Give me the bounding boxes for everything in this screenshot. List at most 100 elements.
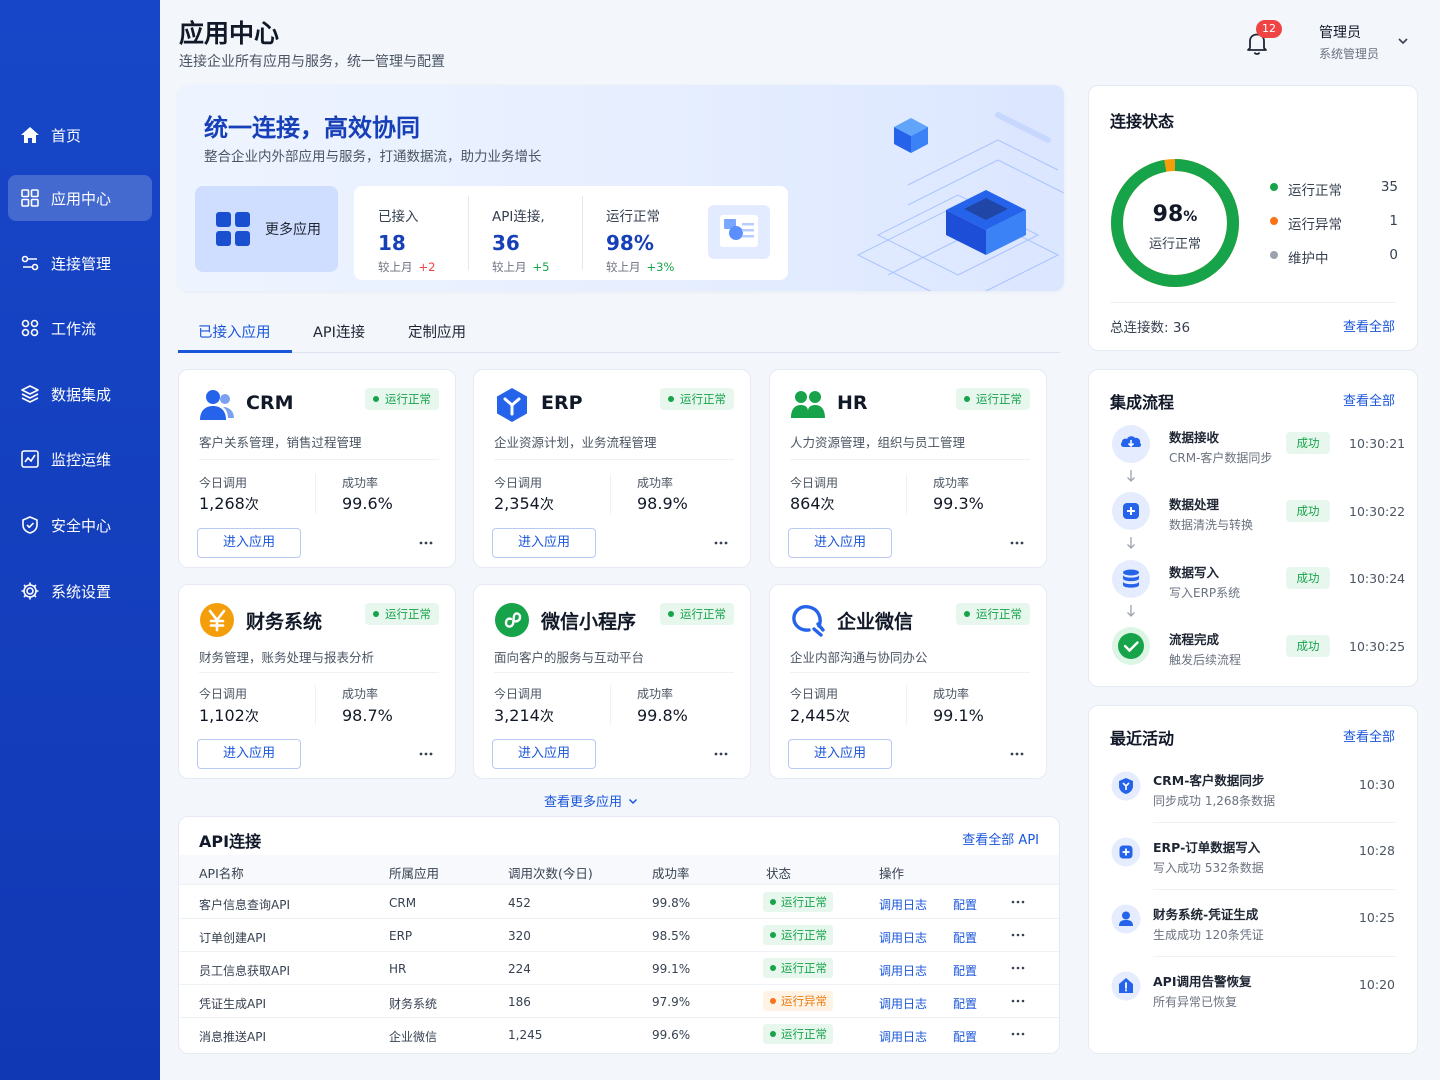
recent-activity-panel: 最近活动 查看全部 CRM-客户数据同步 同步成功 1,268条数据 10:30…: [1088, 705, 1418, 1054]
rate-value: 99.8%: [637, 706, 688, 725]
status-badge: 运行正常: [956, 603, 1030, 625]
rate-label: 成功率: [637, 476, 674, 490]
view-all-flow-link[interactable]: 查看全部: [1343, 390, 1395, 409]
config-link[interactable]: 配置: [953, 1028, 977, 1045]
more-options-icon[interactable]: [714, 536, 728, 550]
activity-subtitle: 写入成功 532条数据: [1153, 861, 1264, 875]
step-title: 数据接收: [1169, 430, 1220, 445]
more-options-icon[interactable]: [1011, 963, 1025, 973]
stat-compare: 较上月 +2: [378, 259, 435, 275]
user-menu-toggle[interactable]: [1396, 34, 1410, 48]
view-all-api-link[interactable]: 查看全部 API: [962, 829, 1039, 848]
calls-value: 2,354次: [494, 494, 554, 514]
app-name: 企业微信: [837, 611, 914, 633]
connection-percent: 98%: [1109, 202, 1241, 227]
enter-app-button[interactable]: 进入应用: [492, 739, 596, 769]
more-options-icon[interactable]: [1011, 996, 1025, 1006]
monitor-chart-icon: [20, 449, 40, 469]
banner-title: 统一连接，高效协同: [204, 114, 420, 142]
more-options-icon[interactable]: [1011, 897, 1025, 907]
config-link[interactable]: 配置: [953, 962, 977, 979]
view-all-connections-link[interactable]: 查看全部: [1343, 316, 1395, 335]
rate-label: 成功率: [933, 687, 970, 701]
user-name[interactable]: 管理员: [1319, 22, 1361, 42]
more-options-icon[interactable]: [1011, 1029, 1025, 1039]
api-connections-panel: API连接 查看全部 API API名称 所属应用 调用次数(今日) 成功率 状…: [178, 816, 1060, 1054]
tab-custom-apps[interactable]: 定制应用: [408, 321, 466, 342]
calls-number: 1,268: [199, 494, 245, 513]
banner-subtitle: 整合企业内外部应用与服务，打通数据流，助力业务增长: [204, 149, 542, 165]
call-log-link[interactable]: 调用日志: [879, 929, 927, 946]
database-icon: [1111, 559, 1151, 599]
divider: [199, 672, 439, 673]
rate-value: 99.6%: [342, 494, 393, 513]
sidebar-item-data-integration[interactable]: 数据集成: [8, 371, 152, 417]
api-calls: 224: [508, 962, 531, 976]
activity-title: CRM-客户数据同步: [1153, 773, 1265, 788]
stat-compare-label: 较上月: [378, 260, 413, 274]
api-rate: 98.5%: [652, 929, 691, 943]
sidebar-item-home[interactable]: 首页: [8, 112, 152, 158]
api-calls: 320: [508, 929, 531, 943]
calls-number: 2,354: [494, 494, 540, 513]
table-header: API名称 所属应用 调用次数(今日) 成功率 状态 操作: [179, 855, 1059, 885]
more-options-icon[interactable]: [1011, 930, 1025, 940]
config-link[interactable]: 配置: [953, 995, 977, 1012]
enter-app-button[interactable]: 进入应用: [197, 739, 301, 769]
notification-count-badge: 12: [1256, 20, 1282, 38]
more-options-icon[interactable]: [419, 536, 433, 550]
more-options-icon[interactable]: [1010, 747, 1024, 761]
arrow-down-icon: [1125, 469, 1137, 483]
view-all-activity-link[interactable]: 查看全部: [1343, 726, 1395, 745]
config-link[interactable]: 配置: [953, 896, 977, 913]
sidebar-item-connections[interactable]: 连接管理: [8, 240, 152, 286]
status-badge: 运行异常: [763, 991, 833, 1011]
call-log-link[interactable]: 调用日志: [879, 896, 927, 913]
sidebar-item-settings[interactable]: 系统设置: [8, 568, 152, 614]
rate-value: 99.1%: [933, 706, 984, 725]
more-apps-button[interactable]: 更多应用: [195, 186, 338, 272]
enter-app-button[interactable]: 进入应用: [788, 739, 892, 769]
yen-icon: [199, 602, 235, 638]
sidebar-item-workflow[interactable]: 工作流: [8, 305, 152, 351]
panel-title: 集成流程: [1110, 393, 1175, 412]
call-log-link[interactable]: 调用日志: [879, 1028, 927, 1045]
activity-time: 10:25: [1358, 910, 1395, 925]
person-icon: [1111, 904, 1141, 934]
divider: [790, 459, 1030, 460]
step-subtitle: 写入ERP系统: [1169, 586, 1241, 600]
tab-connected-apps[interactable]: 已接入应用: [198, 321, 271, 342]
sidebar-item-monitoring[interactable]: 监控运维: [8, 436, 152, 482]
api-name: 凭证生成API: [199, 997, 266, 1011]
calls-unit: 次: [539, 497, 554, 513]
column-header: API名称: [199, 866, 244, 881]
divider: [1153, 822, 1395, 823]
enter-app-button[interactable]: 进入应用: [492, 528, 596, 558]
tab-api-connections[interactable]: API连接: [313, 321, 365, 342]
call-log-link[interactable]: 调用日志: [879, 962, 927, 979]
rate-value: 99.3%: [933, 494, 984, 513]
sidebar-item-security[interactable]: 安全中心: [8, 502, 152, 548]
step-time: 10:30:25: [1349, 639, 1406, 654]
sidebar-item-label: 连接管理: [51, 254, 112, 273]
more-options-icon[interactable]: [419, 747, 433, 761]
step-status-badge: 成功: [1286, 635, 1330, 657]
more-options-icon[interactable]: [714, 747, 728, 761]
more-options-icon[interactable]: [1010, 536, 1024, 550]
activity-title: 财务系统-凭证生成: [1153, 907, 1259, 922]
app-card-erp: ERP 运行正常 企业资源计划，业务流程管理 今日调用 2,354次 成功率 9…: [473, 369, 751, 568]
see-more-label: 查看更多应用: [544, 795, 623, 810]
call-log-link[interactable]: 调用日志: [879, 995, 927, 1012]
see-more-apps-link[interactable]: 查看更多应用: [544, 791, 639, 810]
sidebar-item-app-center[interactable]: 应用中心: [8, 175, 152, 221]
legend-value: 35: [1380, 179, 1398, 195]
enter-app-button[interactable]: 进入应用: [788, 528, 892, 558]
calls-number: 2,445: [790, 706, 836, 725]
stat-connected: 已接入 18 较上月 +2: [354, 186, 468, 280]
enter-app-button[interactable]: 进入应用: [197, 528, 301, 558]
calls-number: 1,102: [199, 706, 245, 725]
api-app: HR: [389, 962, 407, 976]
config-link[interactable]: 配置: [953, 929, 977, 946]
divider: [906, 474, 907, 514]
divider: [790, 672, 1030, 673]
